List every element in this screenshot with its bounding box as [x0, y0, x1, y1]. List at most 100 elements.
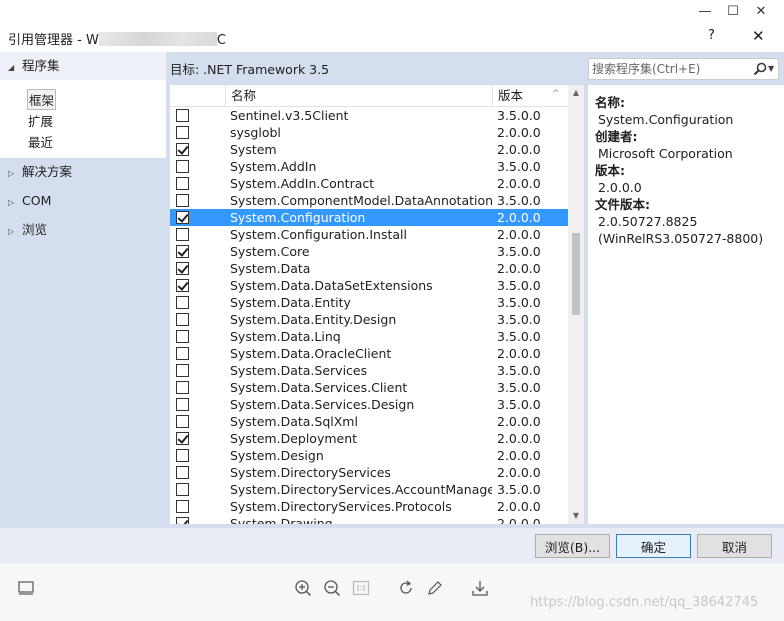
- sidebar-section-label: COM: [22, 193, 52, 208]
- row-checkbox[interactable]: [176, 143, 189, 156]
- search-icon[interactable]: [752, 61, 768, 77]
- table-row[interactable]: System.Configuration 2.0.0.0: [170, 209, 568, 226]
- assembly-version: 3.5.0.0: [497, 193, 541, 208]
- row-checkbox[interactable]: [176, 109, 189, 122]
- table-row[interactable]: System.Core 3.5.0.0: [170, 243, 568, 260]
- scroll-down-icon[interactable]: ▼: [568, 508, 584, 524]
- maximize-button[interactable]: ☐: [718, 0, 748, 24]
- table-row[interactable]: System.Drawing 2.0.0.0: [170, 515, 568, 524]
- row-checkbox[interactable]: [176, 313, 189, 326]
- row-checkbox[interactable]: [176, 296, 189, 309]
- actual-size-icon[interactable]: [352, 579, 370, 597]
- table-row[interactable]: System.Data.DataSetExtensions 3.5.0.0: [170, 277, 568, 294]
- table-row[interactable]: System.Data.Entity 3.5.0.0: [170, 294, 568, 311]
- dialog-title-suffix: C: [216, 33, 226, 48]
- table-row[interactable]: System.Data.SqlXml 2.0.0.0: [170, 413, 568, 430]
- row-checkbox[interactable]: [176, 517, 189, 524]
- row-checkbox[interactable]: [176, 211, 189, 224]
- vertical-scrollbar[interactable]: ▲ ▼: [568, 85, 584, 524]
- row-checkbox[interactable]: [176, 466, 189, 479]
- table-row[interactable]: System.Data.Services 3.5.0.0: [170, 362, 568, 379]
- table-row[interactable]: System 2.0.0.0: [170, 141, 568, 158]
- row-checkbox[interactable]: [176, 364, 189, 377]
- row-checkbox[interactable]: [176, 381, 189, 394]
- sidebar-section-com[interactable]: ▷ COM: [0, 187, 166, 215]
- table-row[interactable]: System.Configuration.Install 2.0.0.0: [170, 226, 568, 243]
- sidebar-section-solution[interactable]: ▷ 解决方案: [0, 158, 166, 186]
- download-icon[interactable]: [471, 579, 489, 597]
- table-row[interactable]: System.Data.OracleClient 2.0.0.0: [170, 345, 568, 362]
- table-row[interactable]: System.Design 2.0.0.0: [170, 447, 568, 464]
- assembly-version: 3.5.0.0: [497, 244, 541, 259]
- dialog-close-button[interactable]: ✕: [752, 27, 765, 45]
- row-checkbox[interactable]: [176, 279, 189, 292]
- row-checkbox[interactable]: [176, 449, 189, 462]
- ok-button[interactable]: 确定: [616, 534, 691, 558]
- assembly-version: 3.5.0.0: [497, 159, 541, 174]
- assembly-version: 2.0.0.0: [497, 142, 541, 157]
- row-checkbox[interactable]: [176, 228, 189, 241]
- table-row[interactable]: System.DirectoryServices.AccountManage..…: [170, 481, 568, 498]
- row-checkbox[interactable]: [176, 245, 189, 258]
- row-checkbox[interactable]: [176, 415, 189, 428]
- assembly-name: System.Design: [230, 448, 324, 463]
- zoom-in-icon[interactable]: [294, 579, 312, 597]
- detail-value: 2.0.50727.8825: [598, 214, 698, 229]
- rotate-icon[interactable]: [397, 579, 415, 597]
- cancel-button[interactable]: 取消: [697, 534, 772, 558]
- table-row[interactable]: System.Data.Entity.Design 3.5.0.0: [170, 311, 568, 328]
- edit-pencil-icon[interactable]: [426, 579, 444, 597]
- window-close-button[interactable]: ✕: [746, 0, 776, 24]
- assembly-version: 2.0.0.0: [497, 516, 541, 524]
- table-row[interactable]: System.DirectoryServices.Protocols 2.0.0.…: [170, 498, 568, 515]
- assembly-name: System.Configuration.Install: [230, 227, 407, 242]
- detail-label: 版本:: [595, 163, 625, 178]
- row-checkbox[interactable]: [176, 330, 189, 343]
- table-row[interactable]: System.Data.Linq 3.5.0.0: [170, 328, 568, 345]
- row-checkbox[interactable]: [176, 432, 189, 445]
- row-checkbox[interactable]: [176, 500, 189, 513]
- table-row[interactable]: System.AddIn.Contract 2.0.0.0: [170, 175, 568, 192]
- row-checkbox[interactable]: [176, 347, 189, 360]
- scroll-up-icon[interactable]: ▲: [568, 85, 584, 101]
- assembly-version: 3.5.0.0: [497, 380, 541, 395]
- table-row[interactable]: System.Data 2.0.0.0: [170, 260, 568, 277]
- assembly-version: 2.0.0.0: [497, 227, 541, 242]
- table-row[interactable]: System.ComponentModel.DataAnnotations 3.5…: [170, 192, 568, 209]
- table-row[interactable]: System.AddIn 3.5.0.0: [170, 158, 568, 175]
- sidebar-section-assemblies[interactable]: ◢ 程序集: [0, 52, 166, 80]
- table-row[interactable]: System.Data.Services.Client 3.5.0.0: [170, 379, 568, 396]
- table-row[interactable]: System.Data.Services.Design 3.5.0.0: [170, 396, 568, 413]
- search-options-icon[interactable]: ▼: [768, 64, 774, 73]
- sidebar-item-extensions[interactable]: 扩展: [27, 110, 54, 131]
- table-row[interactable]: System.DirectoryServices 2.0.0.0: [170, 464, 568, 481]
- assembly-version: 2.0.0.0: [497, 499, 541, 514]
- table-row[interactable]: Sentinel.v3.5Client 3.5.0.0: [170, 107, 568, 124]
- layout-icon[interactable]: [17, 579, 35, 597]
- column-header-name[interactable]: 名称: [225, 85, 495, 107]
- sidebar-section-label: 程序集: [22, 58, 60, 73]
- browse-button[interactable]: 浏览(B)...: [535, 534, 610, 558]
- table-row[interactable]: sysglobl 2.0.0.0: [170, 124, 568, 141]
- dialog-body: ◢ 程序集 框架 扩展 最近 ▷ 解决方案 ▷ COM ▷ 浏览 目标: .NET Fr…: [0, 52, 784, 528]
- minimize-button[interactable]: —: [690, 0, 720, 24]
- row-checkbox[interactable]: [176, 398, 189, 411]
- row-checkbox[interactable]: [176, 262, 189, 275]
- zoom-out-icon[interactable]: [323, 579, 341, 597]
- search-input[interactable]: [592, 61, 747, 77]
- row-checkbox[interactable]: [176, 194, 189, 207]
- search-box[interactable]: ▼: [588, 58, 779, 80]
- row-checkbox[interactable]: [176, 160, 189, 173]
- details-panel: 名称: System.Configuration 创建者: Microsoft Cor…: [588, 85, 784, 524]
- row-checkbox[interactable]: [176, 177, 189, 190]
- table-row[interactable]: System.Deployment 2.0.0.0: [170, 430, 568, 447]
- row-checkbox[interactable]: [176, 483, 189, 496]
- help-button[interactable]: ?: [708, 28, 715, 43]
- assembly-version: 2.0.0.0: [497, 346, 541, 361]
- collapsed-triangle-icon: ▷: [8, 227, 15, 236]
- sidebar-section-browse[interactable]: ▷ 浏览: [0, 216, 166, 244]
- scrollbar-thumb[interactable]: [572, 233, 580, 315]
- sidebar-item-recent[interactable]: 最近: [27, 131, 54, 152]
- sidebar-item-framework[interactable]: 框架: [27, 89, 57, 110]
- row-checkbox[interactable]: [176, 126, 189, 139]
